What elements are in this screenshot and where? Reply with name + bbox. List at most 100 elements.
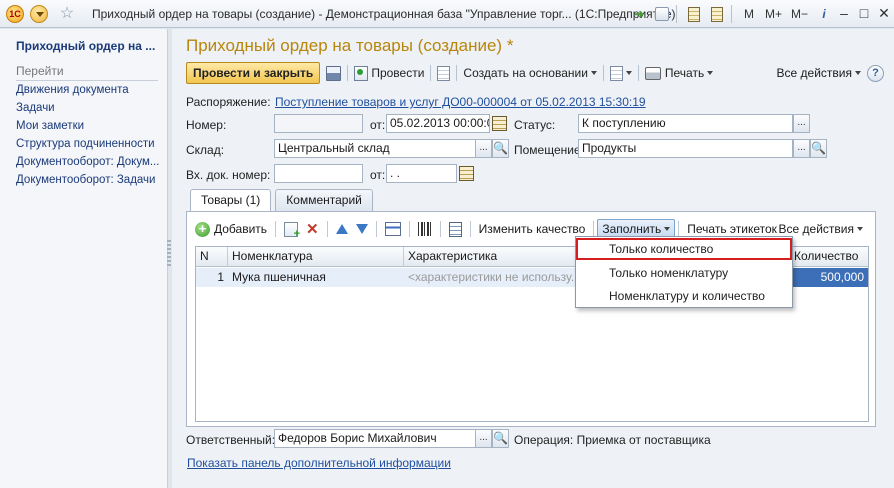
toolbar-separator xyxy=(456,65,458,81)
room-search-icon[interactable]: 🔍 xyxy=(810,139,827,158)
arrow-icon[interactable]: ➜ xyxy=(629,4,649,24)
toolbar-separator xyxy=(326,221,328,237)
edit-in-dialog-button[interactable] xyxy=(384,218,401,240)
arrow-up-icon xyxy=(335,224,348,234)
calendar-icon[interactable] xyxy=(707,4,727,24)
edit-dialog-icon xyxy=(384,222,401,236)
memory-button[interactable]: M xyxy=(739,4,759,24)
fill-dropdown-menu: Только количество Только номенклатуру Но… xyxy=(575,236,793,308)
panel-resize-handle[interactable] xyxy=(167,240,171,266)
warehouse-field[interactable]: Центральный склад xyxy=(274,139,476,158)
delete-icon: ✕ xyxy=(306,220,319,238)
create-based-on-label: Создать на основании xyxy=(463,66,588,80)
info-icon[interactable]: i xyxy=(814,4,834,24)
column-header-n[interactable]: N xyxy=(196,247,228,267)
navigation-panel: Приходный ордер на ... Перейти Движения … xyxy=(0,29,168,488)
post-button[interactable]: Провести xyxy=(354,62,424,84)
reports-icon xyxy=(609,65,623,81)
responsible-label: Ответственный: xyxy=(186,433,276,447)
nav-item-subordination-structure[interactable]: Структура подчиненности xyxy=(16,135,159,153)
quantity-cell[interactable]: 500,000 xyxy=(790,268,868,287)
column-header-characteristic[interactable]: Характеристика xyxy=(404,247,580,267)
calculator-icon[interactable] xyxy=(684,4,704,24)
incoming-number-field[interactable] xyxy=(274,164,363,183)
toolbar-separator xyxy=(602,65,604,81)
show-extra-info-link[interactable]: Показать панель дополнительной информаци… xyxy=(187,456,451,470)
move-up-button[interactable] xyxy=(335,218,348,240)
operation-label-text: Операция: xyxy=(514,433,574,447)
toolbar-separator xyxy=(430,65,432,81)
menu-item-quantity-only[interactable]: Только количество xyxy=(576,238,792,260)
reports-button[interactable] xyxy=(609,62,632,84)
chevron-down-icon xyxy=(855,71,861,75)
main-menu-icon[interactable] xyxy=(30,5,48,23)
toolbar-separator xyxy=(678,221,680,237)
list-icon xyxy=(448,221,462,237)
calendar-icon[interactable] xyxy=(459,166,474,181)
status-field[interactable]: К поступлению xyxy=(578,114,793,133)
window-title: Приходный ордер на товары (создание) - Д… xyxy=(92,7,676,21)
column-header-quantity[interactable]: Количество xyxy=(790,247,868,267)
star-icon[interactable]: ☆ xyxy=(58,5,76,23)
memory-minus-button[interactable]: M− xyxy=(788,4,811,24)
warehouse-label: Склад: xyxy=(186,143,225,157)
chevron-down-icon xyxy=(664,227,671,231)
document-icon[interactable] xyxy=(652,4,672,24)
nav-item-docflow-tasks[interactable]: Документооборот: Задачи xyxy=(16,171,159,189)
column-header-item[interactable]: Номенклатура xyxy=(228,247,404,267)
date-field[interactable]: 05.02.2013 00:00:00 xyxy=(386,114,490,133)
room-select-button[interactable]: ... xyxy=(793,139,810,158)
print-button[interactable]: Печать xyxy=(644,62,714,84)
all-actions-button[interactable]: Все действия xyxy=(777,66,852,80)
table-all-actions-button[interactable]: Все действия xyxy=(779,222,854,236)
warehouse-search-icon[interactable]: 🔍 xyxy=(492,139,509,158)
memory-plus-button[interactable]: M+ xyxy=(762,4,785,24)
order-link[interactable]: Поступление товаров и услуг ДО00-000004 … xyxy=(275,95,646,109)
number-field[interactable] xyxy=(274,114,363,133)
order-label: Распоряжение: xyxy=(186,95,271,109)
incoming-date-field[interactable]: . . xyxy=(386,164,457,183)
nav-item-tasks[interactable]: Задачи xyxy=(16,99,159,117)
responsible-search-icon[interactable]: 🔍 xyxy=(492,429,509,448)
nav-item-docflow-documents[interactable]: Документооборот: Докум... xyxy=(16,153,159,171)
nav-panel-header[interactable]: Приходный ордер на ... xyxy=(16,39,155,53)
responsible-field[interactable]: Федоров Борис Михайлович xyxy=(274,429,476,448)
characteristic-cell[interactable]: <характеристики не использу... xyxy=(404,268,580,287)
post-icon xyxy=(354,65,369,81)
journal-button[interactable] xyxy=(437,62,451,84)
status-select-button[interactable]: ... xyxy=(793,114,810,133)
maximize-button[interactable]: □ xyxy=(854,4,874,24)
save-button[interactable] xyxy=(326,62,342,84)
help-icon[interactable]: ? xyxy=(867,64,884,82)
barcode-button[interactable] xyxy=(417,218,432,240)
move-down-button[interactable] xyxy=(355,218,368,240)
number-label: Номер: xyxy=(186,118,227,132)
nav-item-my-notes[interactable]: Мои заметки xyxy=(16,117,159,135)
calendar-icon[interactable] xyxy=(492,116,507,131)
room-field[interactable]: Продукты xyxy=(578,139,793,158)
pick-list-button[interactable] xyxy=(448,218,462,240)
toolbar-separator xyxy=(469,221,471,237)
tab-goods[interactable]: Товары (1) xyxy=(190,189,272,212)
add-row-button[interactable]: + Добавить xyxy=(195,218,267,240)
minimize-button[interactable]: – xyxy=(834,4,854,24)
nav-item-document-movements[interactable]: Движения документа xyxy=(16,81,159,99)
menu-item-nomenclature-and-quantity[interactable]: Номенклатуру и количество xyxy=(576,285,792,307)
close-button[interactable]: ✕ xyxy=(874,4,894,24)
toolbar-separator xyxy=(637,65,639,81)
toolbar-separator xyxy=(347,65,349,81)
app-logo-icon[interactable]: 1С xyxy=(6,5,24,23)
delete-row-button[interactable]: ✕ xyxy=(306,218,319,240)
tab-comment[interactable]: Комментарий xyxy=(275,189,373,211)
item-cell[interactable]: Мука пшеничная xyxy=(228,268,404,287)
post-and-close-button[interactable]: Провести и закрыть xyxy=(186,62,321,84)
create-based-on-button[interactable]: Создать на основании xyxy=(463,62,597,84)
warehouse-select-button[interactable]: ... xyxy=(475,139,492,158)
responsible-select-button[interactable]: ... xyxy=(475,429,492,448)
row-number-cell[interactable]: 1 xyxy=(196,268,228,287)
chevron-down-icon xyxy=(857,227,863,231)
menu-item-nomenclature-only[interactable]: Только номенклатуру xyxy=(576,262,792,284)
print-button-label: Печать xyxy=(664,66,705,80)
copy-row-button[interactable] xyxy=(284,218,300,240)
change-quality-button[interactable]: Изменить качество xyxy=(479,218,586,240)
